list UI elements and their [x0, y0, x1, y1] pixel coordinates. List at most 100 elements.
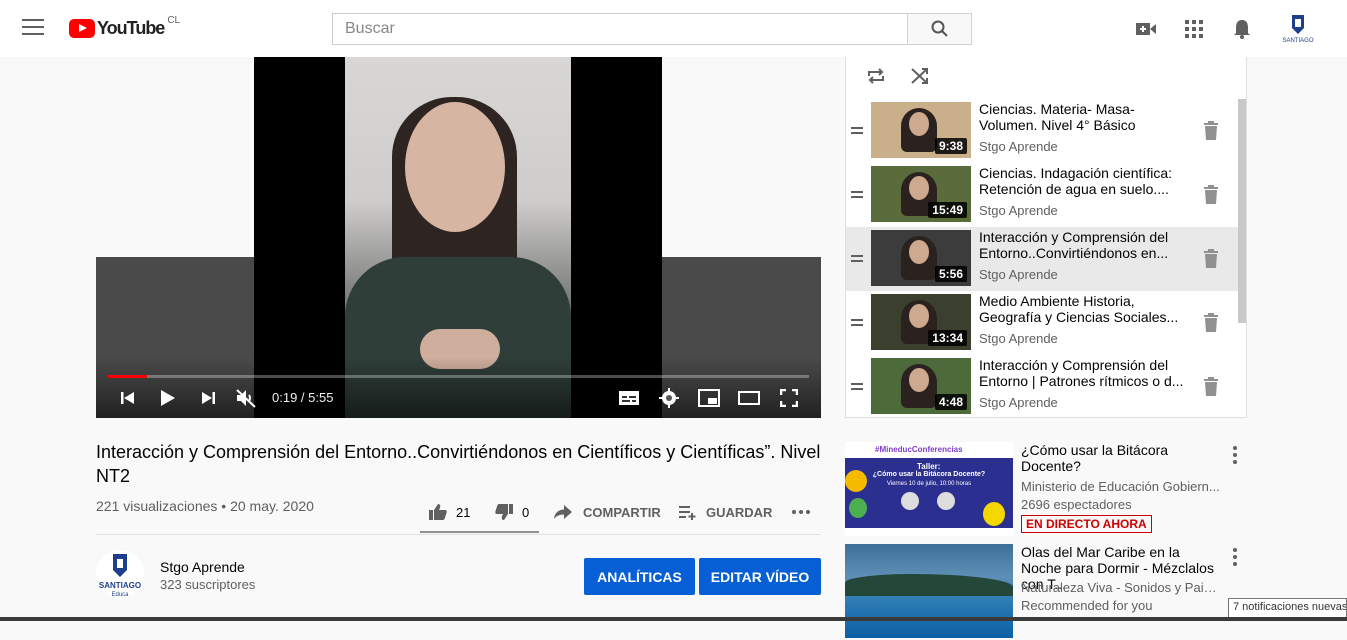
- subtitles-button[interactable]: [618, 387, 640, 409]
- shuffle-icon[interactable]: [910, 67, 930, 85]
- trash-icon[interactable]: [1202, 249, 1220, 269]
- previous-button[interactable]: [118, 387, 138, 409]
- playlist-item-title[interactable]: Medio Ambiente Historia, Geografía y Cie…: [979, 293, 1189, 325]
- progress-bar[interactable]: [108, 375, 809, 378]
- recommendation-reason: Recommended for you: [1021, 598, 1153, 613]
- playlist-item[interactable]: 13:34 Medio Ambiente Historia, Geografía …: [846, 291, 1238, 355]
- playlist-thumbnail[interactable]: 4:48: [871, 358, 971, 414]
- playlist-item-title[interactable]: Ciencias. Materia- Masa- Volumen. Nivel …: [979, 101, 1189, 133]
- video-player[interactable]: 0:19 / 5:55: [96, 57, 821, 418]
- fullscreen-icon: [780, 389, 798, 407]
- thumb-footer: [845, 528, 1013, 536]
- upload-date: 20 may. 2020: [230, 498, 314, 514]
- trash-icon[interactable]: [1202, 185, 1220, 205]
- theater-mode-button[interactable]: [738, 387, 760, 409]
- recommendation-title[interactable]: ¿Cómo usar la Bitácora Docente?: [1021, 442, 1221, 474]
- create-video-icon[interactable]: [1135, 18, 1157, 40]
- playlist-item[interactable]: 5:56 Interacción y Comprensión del Entorn…: [846, 227, 1238, 291]
- search-input[interactable]: Buscar: [332, 13, 908, 45]
- playlist-thumbnail[interactable]: 13:34: [871, 294, 971, 350]
- thumbnail-face: [909, 304, 929, 328]
- channel-avatar-label: SANTIAGO: [99, 581, 141, 590]
- mute-button[interactable]: [234, 387, 258, 409]
- recommendation-channel[interactable]: Naturaleza Viva - Sonidos y Paisa...: [1021, 580, 1221, 595]
- thumb-line1: Taller:: [917, 462, 941, 471]
- channel-name[interactable]: Stgo Aprende: [160, 559, 245, 575]
- dislike-icon: [495, 504, 513, 520]
- account-avatar[interactable]: SANTIAGO: [1280, 12, 1316, 46]
- youtube-logo[interactable]: YouTube CL: [69, 15, 181, 39]
- thumbnail-face: [909, 112, 929, 136]
- playlist-item[interactable]: 9:38 Ciencias. Materia- Masa- Volumen. Ni…: [846, 99, 1238, 163]
- duration-badge: 9:38: [934, 138, 967, 154]
- duration-badge: 15:49: [928, 202, 967, 218]
- like-button[interactable]: 21: [428, 498, 470, 526]
- drag-handle-icon[interactable]: [851, 127, 863, 137]
- miniplayer-button[interactable]: [698, 387, 720, 409]
- sentiment-bar: [420, 531, 539, 533]
- trash-icon[interactable]: [1202, 377, 1220, 397]
- recommendation-thumbnail[interactable]: [845, 544, 1013, 638]
- duration-badge: 4:48: [934, 394, 967, 410]
- fullscreen-button[interactable]: [778, 387, 800, 409]
- thumb-island: [845, 574, 1013, 596]
- loop-icon[interactable]: [866, 67, 886, 85]
- playlist-item[interactable]: 4:48 Interacción y Comprensión del Entorn…: [846, 355, 1238, 419]
- playlist-item-title[interactable]: Interacción y Comprensión del Entorno..C…: [979, 229, 1189, 261]
- recommendation-card[interactable]: Olas del Mar Caribe en la Noche para Dor…: [845, 544, 1247, 640]
- thumb-heading: #MineducConferencias: [875, 445, 963, 454]
- playlist-item-title[interactable]: Ciencias. Indagación científica: Retenci…: [979, 165, 1189, 197]
- playlist-thumbnail[interactable]: 15:49: [871, 166, 971, 222]
- recommendation-thumbnail[interactable]: #MineducConferencias Taller: ¿Cómo usar …: [845, 442, 1013, 536]
- more-icon[interactable]: [1233, 446, 1237, 467]
- drag-handle-icon[interactable]: [851, 319, 863, 329]
- video-title: Interacción y Comprensión del Entorno..C…: [96, 442, 821, 486]
- theater-mode-icon: [738, 391, 760, 405]
- playlist-thumbnail[interactable]: 5:56: [871, 230, 971, 286]
- drag-handle-icon[interactable]: [851, 383, 863, 393]
- playlist-item[interactable]: 15:49 Ciencias. Indagación científica: Re…: [846, 163, 1238, 227]
- drag-handle-icon[interactable]: [851, 191, 863, 201]
- apps-grid-icon[interactable]: [1183, 18, 1205, 40]
- more-icon[interactable]: [1233, 548, 1237, 569]
- next-button[interactable]: [198, 387, 218, 409]
- search-button[interactable]: [907, 13, 972, 45]
- subscriber-count: 323 suscriptores: [160, 577, 256, 592]
- settings-button[interactable]: [658, 387, 680, 409]
- playlist-item-title[interactable]: Interacción y Comprensión del Entorno | …: [979, 357, 1189, 389]
- recommendation-channel[interactable]: Ministerio de Educación Gobiern...: [1021, 479, 1221, 494]
- taskbar-strip: [0, 617, 1347, 621]
- trash-icon[interactable]: [1202, 313, 1220, 333]
- next-icon: [202, 392, 215, 404]
- edit-video-button[interactable]: EDITAR VÍDEO: [699, 558, 821, 595]
- thumb-speaker: [937, 492, 955, 510]
- menu-icon[interactable]: [22, 19, 44, 37]
- person-face: [405, 102, 505, 232]
- logo-text: YouTube: [97, 18, 165, 38]
- save-button[interactable]: GUARDAR: [678, 498, 772, 526]
- playlist-item-channel: Stgo Aprende: [979, 331, 1058, 346]
- recommendation-card[interactable]: #MineducConferencias Taller: ¿Cómo usar …: [845, 442, 1247, 538]
- playlist-thumbnail[interactable]: 9:38: [871, 102, 971, 158]
- video-meta: 221 visualizaciones • 20 may. 2020: [96, 498, 314, 514]
- analytics-button[interactable]: ANALÍTICAS: [584, 558, 695, 595]
- play-button[interactable]: [158, 387, 178, 409]
- thumbnail-face: [909, 176, 929, 200]
- channel-avatar[interactable]: SANTIAGO Educa: [96, 550, 144, 598]
- live-badge: EN DIRECTO AHORA: [1021, 515, 1152, 533]
- dislike-count: 0: [522, 504, 530, 520]
- thumb-line3: Viernes 10 de julio, 10:00 horas: [886, 481, 972, 487]
- play-icon: [161, 390, 175, 406]
- playlist-scrollbar[interactable]: [1238, 99, 1246, 323]
- drag-handle-icon[interactable]: [851, 255, 863, 265]
- notifications-tooltip: 7 notificaciones nuevas: [1228, 598, 1347, 618]
- notifications-bell-icon[interactable]: [1231, 18, 1253, 40]
- dislike-button[interactable]: 0: [494, 498, 529, 526]
- playlist-panel: 9:38 Ciencias. Materia- Masa- Volumen. Ni…: [845, 57, 1247, 418]
- share-button[interactable]: COMPARTIR: [553, 498, 661, 526]
- more-actions-button[interactable]: [791, 498, 811, 526]
- country-code: CL: [167, 15, 181, 26]
- trash-icon[interactable]: [1202, 121, 1220, 141]
- subtitles-icon: [619, 391, 639, 405]
- share-icon: [554, 505, 572, 519]
